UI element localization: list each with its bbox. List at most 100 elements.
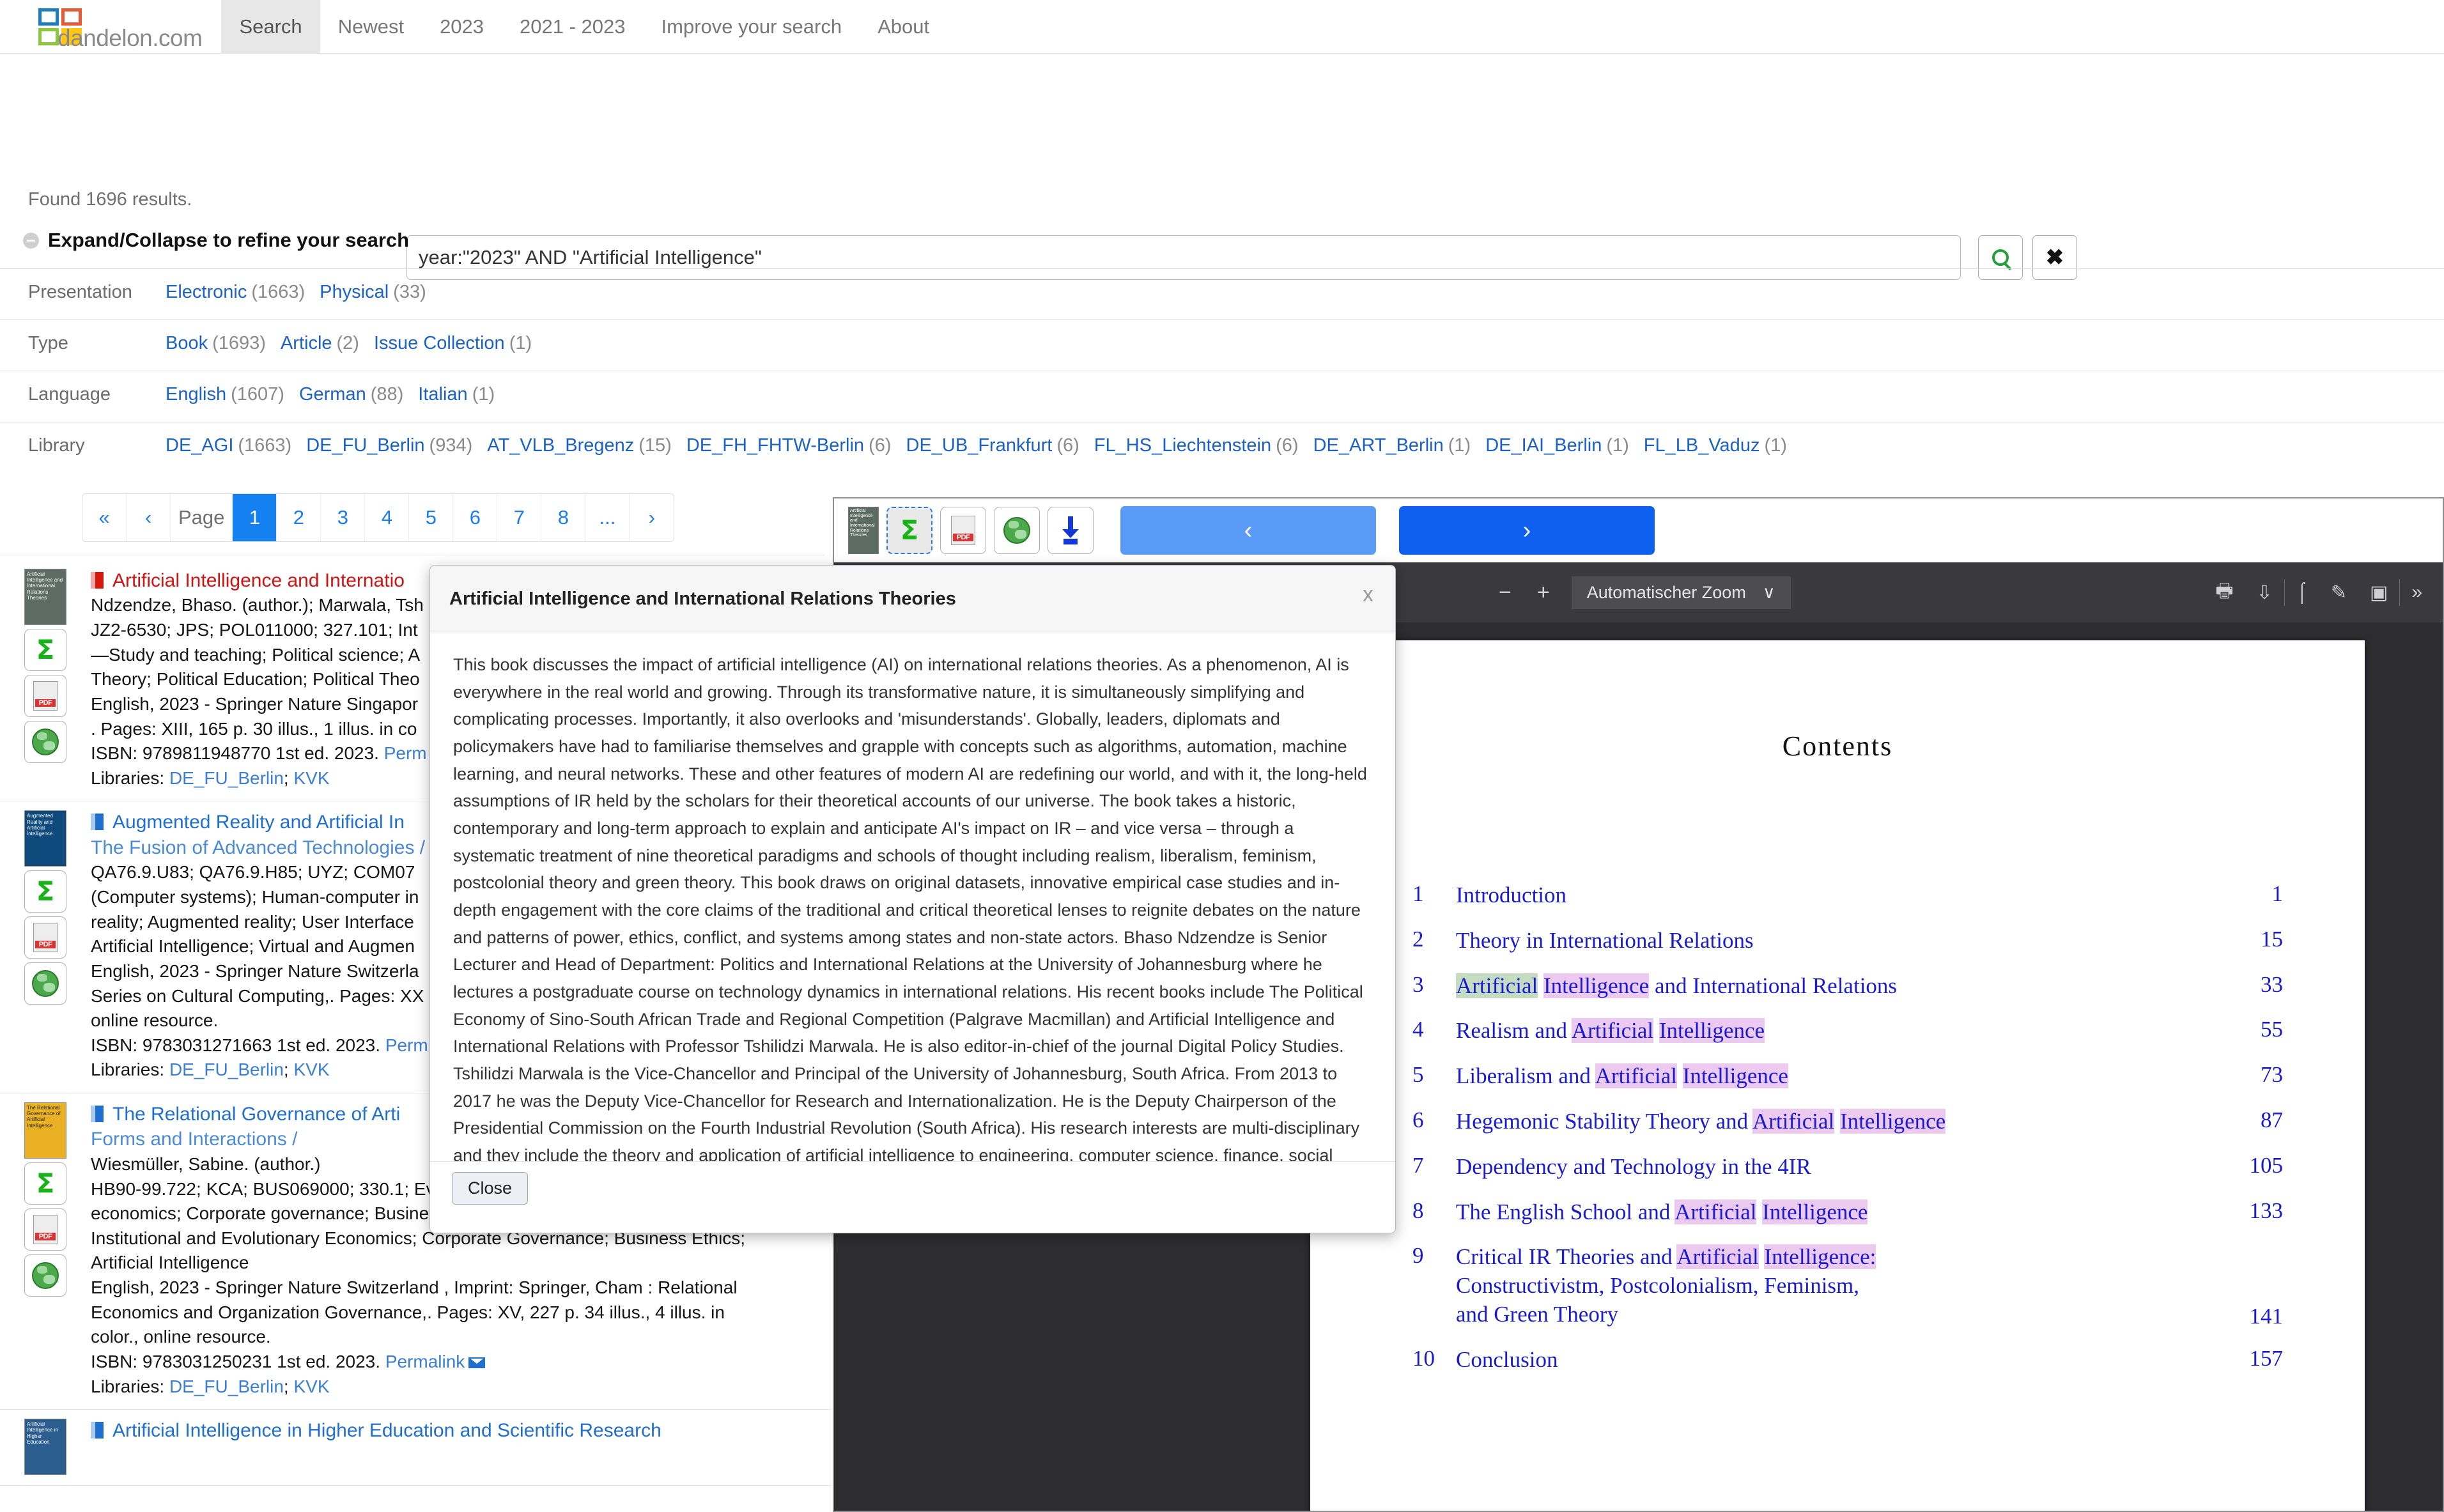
facet-value-de-iai-berlin[interactable]: DE_IAI_Berlin bbox=[1485, 435, 1602, 456]
facet-value-de-ub-frankfurt[interactable]: DE_UB_Frankfurt bbox=[906, 435, 1053, 456]
pagination-page-1[interactable]: 1 bbox=[233, 494, 277, 541]
nav-item-improve-your-search[interactable]: Improve your search bbox=[644, 0, 860, 53]
facet-value-physical[interactable]: Physical bbox=[320, 282, 389, 303]
permalink-link[interactable]: Perm bbox=[385, 1035, 428, 1055]
pdf-icon-button[interactable] bbox=[940, 507, 986, 554]
pagination-ellipsis[interactable]: ... bbox=[585, 494, 630, 541]
book-cover-icon[interactable]: Augmented Reality and Artificial Intelli… bbox=[24, 810, 66, 867]
facet-value-issue-collection[interactable]: Issue Collection bbox=[374, 333, 505, 354]
globe-icon-button[interactable] bbox=[24, 721, 66, 763]
kvk-link[interactable]: KVK bbox=[293, 768, 329, 788]
facet-count: (934) bbox=[429, 435, 473, 456]
sigma-icon-button[interactable]: Σ bbox=[24, 1162, 66, 1205]
viewer-prev-button[interactable]: ‹ bbox=[1120, 506, 1376, 555]
viewer-next-button[interactable]: › bbox=[1399, 506, 1655, 555]
email-icon[interactable] bbox=[468, 1357, 486, 1368]
zoom-out-button[interactable]: − bbox=[1486, 582, 1524, 603]
nav-item-newest[interactable]: Newest bbox=[320, 0, 422, 53]
site-logo[interactable]: dandelon.com bbox=[0, 0, 221, 53]
facet-value-de-fu-berlin[interactable]: DE_FU_Berlin bbox=[306, 435, 424, 456]
facet-values: Book (1693) Article (2) Issue Collection… bbox=[166, 333, 546, 354]
library-link[interactable]: DE_FU_Berlin bbox=[169, 1377, 284, 1396]
pdf-icon-button[interactable] bbox=[24, 916, 66, 959]
pagination-page-6[interactable]: 6 bbox=[453, 494, 498, 541]
zoom-level-select[interactable]: Automatischer Zoom ∨ bbox=[1571, 576, 1791, 609]
sigma-icon-button[interactable]: Σ bbox=[24, 629, 66, 671]
facet-value-italian[interactable]: Italian bbox=[418, 384, 467, 405]
library-link[interactable]: DE_FU_Berlin bbox=[169, 768, 284, 788]
pdf-icon-button[interactable] bbox=[24, 1208, 66, 1251]
toc-entry[interactable]: 4 Realism and Artificial Intelligence 55 bbox=[1412, 1017, 2283, 1045]
pagination-page-4[interactable]: 4 bbox=[365, 494, 410, 541]
result-title[interactable]: Artificial Intelligence in Higher Educat… bbox=[91, 1419, 831, 1443]
pagination-page-7[interactable]: 7 bbox=[497, 494, 542, 541]
facet-value-de-art-berlin[interactable]: DE_ART_Berlin bbox=[1313, 435, 1444, 456]
toc-entry[interactable]: 1 Introduction 1 bbox=[1412, 881, 2283, 910]
toc-page: 55 bbox=[2261, 1017, 2283, 1042]
chevron-double-right-icon[interactable]: » bbox=[2400, 582, 2434, 603]
book-cover-icon[interactable]: The Relational Governance of Artificial … bbox=[24, 1102, 66, 1159]
image-icon[interactable]: ▣ bbox=[2358, 582, 2399, 604]
toc-entry[interactable]: 3 Artificial Intelligence and Internatio… bbox=[1412, 972, 2283, 1001]
zoom-in-button[interactable]: + bbox=[1524, 582, 1563, 603]
globe-icon-button[interactable] bbox=[994, 507, 1040, 554]
library-link[interactable]: DE_FU_Berlin bbox=[169, 1060, 284, 1079]
book-cover-icon[interactable]: Artificial Intelligence in Higher Educat… bbox=[24, 1419, 66, 1476]
sigma-icon-button[interactable]: Σ bbox=[886, 507, 932, 554]
pagination-page-2[interactable]: 2 bbox=[277, 494, 321, 541]
facet-count: (33) bbox=[393, 282, 426, 302]
facet-value-de-agi[interactable]: DE_AGI bbox=[166, 435, 233, 456]
book-cover-icon[interactable]: Artificial Intelligence and Internationa… bbox=[848, 507, 879, 554]
pagination-first[interactable]: « bbox=[82, 494, 127, 541]
toc-entry[interactable]: 8 The English School and Artificial Inte… bbox=[1412, 1198, 2283, 1227]
pagination-prev[interactable]: ‹ bbox=[127, 494, 171, 541]
refine-toggle[interactable]: Expand/Collapse to refine your search bbox=[23, 229, 409, 252]
print-icon[interactable]: 🖶 bbox=[2204, 576, 2245, 609]
toc-entry[interactable]: 6 Hegemonic Stability Theory and Artific… bbox=[1412, 1107, 2283, 1136]
pagination-page-8[interactable]: 8 bbox=[541, 494, 586, 541]
result-title-text: The Relational Governance of Arti bbox=[112, 1104, 401, 1125]
facet-value-book[interactable]: Book bbox=[166, 333, 208, 354]
facet-value-fl-lb-vaduz[interactable]: FL_LB_Vaduz bbox=[1644, 435, 1760, 456]
facet-value-english[interactable]: English bbox=[166, 384, 226, 405]
facet-value-de-fh-fhtw-berlin[interactable]: DE_FH_FHTW-Berlin bbox=[686, 435, 864, 456]
toc-entry[interactable]: 10 Conclusion 157 bbox=[1412, 1346, 2283, 1375]
permalink-link[interactable]: Perm bbox=[384, 743, 427, 763]
toc-entry[interactable]: 7 Dependency and Technology in the 4IR 1… bbox=[1412, 1153, 2283, 1182]
pdf-icon-button[interactable] bbox=[24, 675, 66, 717]
facet-value-at-vlb-bregenz[interactable]: AT_VLB_Bregenz bbox=[487, 435, 634, 456]
facet-value-electronic[interactable]: Electronic bbox=[166, 282, 247, 303]
sigma-icon-button[interactable]: Σ bbox=[24, 870, 66, 913]
result-item[interactable]: Artificial Intelligence in Higher Educat… bbox=[0, 1410, 831, 1486]
libraries-label: Libraries: bbox=[91, 768, 165, 788]
nav-item-2023[interactable]: 2023 bbox=[422, 0, 502, 53]
download-icon-button[interactable] bbox=[1048, 507, 1094, 554]
book-cover-icon[interactable]: Artificial Intelligence and Internationa… bbox=[24, 569, 66, 625]
pagination-page-5[interactable]: 5 bbox=[409, 494, 454, 541]
globe-icon-button[interactable] bbox=[24, 962, 66, 1005]
save-icon[interactable]: ⇩ bbox=[2245, 582, 2284, 604]
toc-entry[interactable]: 2 Theory in International Relations 15 bbox=[1412, 927, 2283, 955]
close-button[interactable]: Close bbox=[452, 1172, 529, 1205]
draw-icon[interactable]: ✎ bbox=[2319, 582, 2358, 604]
globe-icon-button[interactable] bbox=[24, 1254, 66, 1297]
close-icon[interactable]: x bbox=[1363, 582, 1373, 607]
toc-entry[interactable]: 9 Critical IR Theories and Artificial In… bbox=[1412, 1243, 2283, 1329]
kvk-link[interactable]: KVK bbox=[293, 1060, 329, 1079]
nav-item-search[interactable]: Search bbox=[221, 0, 320, 53]
facet-value-article[interactable]: Article bbox=[281, 333, 332, 354]
text-select-icon[interactable]: ⌠ bbox=[2285, 582, 2319, 603]
toc-page: 157 bbox=[2249, 1345, 2284, 1371]
facet-values: DE_AGI (1663) DE_FU_Berlin (934) AT_VLB_… bbox=[166, 435, 1802, 456]
nav-item-2021-2023[interactable]: 2021 - 2023 bbox=[502, 0, 643, 53]
libraries-label: Libraries: bbox=[91, 1060, 165, 1080]
facet-value-fl-hs-liechtenstein[interactable]: FL_HS_Liechtenstein bbox=[1094, 435, 1271, 456]
permalink-link[interactable]: Permalink bbox=[385, 1352, 465, 1371]
toc-entry[interactable]: 5 Liberalism and Artificial Intelligence… bbox=[1412, 1062, 2283, 1091]
toc-number: 10 bbox=[1412, 1345, 1435, 1371]
facet-value-german[interactable]: German bbox=[299, 384, 366, 405]
pagination-next[interactable]: › bbox=[630, 494, 674, 541]
pagination-page-3[interactable]: 3 bbox=[321, 494, 366, 541]
kvk-link[interactable]: KVK bbox=[293, 1377, 329, 1396]
nav-item-about[interactable]: About bbox=[860, 0, 947, 53]
